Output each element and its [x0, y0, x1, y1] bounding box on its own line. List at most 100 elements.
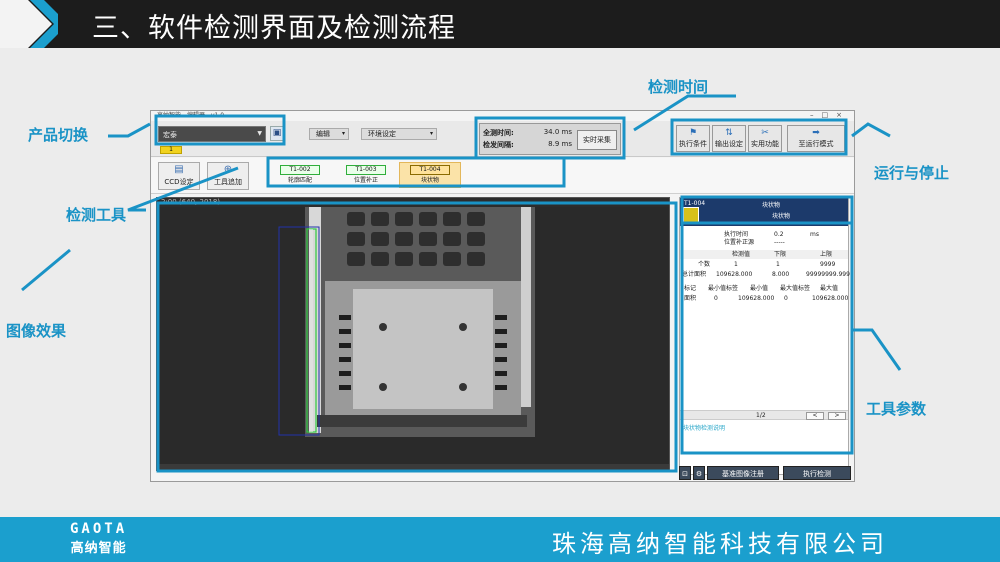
trigger-interval-value: 8.9 ms [548, 140, 572, 148]
next-page-button[interactable]: > [828, 412, 846, 420]
callout-detection-time: 检测时间 [648, 78, 709, 96]
param-col-headers: 检测值 下限 上限 [680, 250, 848, 259]
tool-id: T1-002 [280, 165, 320, 175]
output-setting-label: 输出设定 [715, 140, 743, 148]
brand-name: 高纳智能 [70, 541, 127, 556]
time-panel: 全测时间: 34.0 ms 检发间隔: 8.9 ms 实时采集 [479, 123, 621, 155]
image-scrollbar[interactable] [157, 464, 669, 470]
param-name: 总计面积 [682, 271, 707, 278]
add-icon: ⊕ [223, 164, 233, 175]
inspection-image [157, 207, 669, 467]
output-setting-button[interactable]: ⇅ 输出设定 [712, 125, 746, 152]
settings-icon[interactable]: ⚙ [693, 466, 705, 480]
product-tag: 1 [160, 146, 182, 154]
col-header: 上限 [820, 251, 833, 258]
detail-header: 最小值标签 [708, 285, 739, 292]
pos-correct-row: 位置补正源 ----- [680, 238, 848, 247]
col-header: 检测值 [732, 251, 751, 258]
param-low: 8.000 [772, 271, 790, 278]
tool-item-t1-002[interactable]: T1-002 轮廓匹配 [269, 162, 331, 188]
callout-run-stop: 运行与停止 [874, 164, 950, 182]
edit-menu-button[interactable]: 编辑 ▾ [309, 128, 349, 140]
param-header-id: T1-004 [684, 200, 706, 207]
tool-label: 块状物 [420, 177, 439, 184]
param-footnote: 块状物检测说明 [683, 425, 726, 432]
detail-header: 最大值标签 [780, 285, 811, 292]
window-controls[interactable]: –□× [810, 111, 850, 119]
param-high: 9999 [820, 261, 836, 268]
total-time-label: 全测时间: [483, 129, 514, 137]
param-pagination: 1/2 < > [680, 410, 848, 420]
detail-cell: 109628.000 [812, 295, 849, 302]
detail-row[interactable]: 面积 0 109628.000 0 109628.000 [680, 294, 848, 303]
brand-block: GAOTA 高纳智能 [70, 521, 127, 556]
chevron-down-icon: ▾ [341, 130, 345, 137]
callout-tool-params: 工具参数 [866, 400, 927, 418]
page-indicator: 1/2 [756, 412, 766, 419]
add-tool-label: 工具追加 [214, 178, 242, 186]
realtime-capture-button[interactable]: 实时采集 [577, 130, 617, 150]
arrow-right-icon: ➡ [812, 128, 820, 138]
param-name: 个数 [698, 261, 711, 268]
tool-icon [683, 207, 699, 223]
tool-id: T1-004 [410, 165, 450, 175]
app-window: 高纳智能 - 编辑器 - v1.0 –□× 宏泰 ▼ ▣ 1 编辑 ▾ 环境设定… [150, 110, 855, 482]
tools-icon: ✂ [761, 128, 769, 138]
execute-detection-label: 执行检测 [803, 470, 831, 478]
utility-label: 实用功能 [751, 140, 779, 148]
trigger-interval-label: 检发间隔: [483, 141, 514, 149]
register-reference-button[interactable]: 基准图像注册 [707, 466, 779, 480]
app-window-title: 高纳智能 - 编辑器 - v1.0 [157, 112, 225, 119]
param-header-sub: 块状物 [772, 213, 791, 220]
camera-icon: ▤ [174, 164, 184, 175]
detail-header: 最大值 [820, 285, 839, 292]
detail-headers: 标记 最小值标签 最小值 最大值标签 最大值 [680, 284, 848, 293]
pos-correct-label: 位置补正源 [724, 239, 755, 246]
product-select-value: 宏泰 [163, 131, 177, 139]
lock-icon[interactable]: ⊡ [679, 466, 691, 480]
param-high: 99999999.999 [806, 271, 850, 278]
product-select[interactable]: 宏泰 ▼ [158, 126, 266, 142]
main-toolbar: 宏泰 ▼ ▣ 1 编辑 ▾ 环境设定 ▾ 全测时间: 34.0 ms 检发间隔:… [151, 121, 854, 157]
pos-correct-value: ----- [774, 239, 785, 246]
image-info: 2:00 (640, 2018) [157, 198, 669, 207]
image-view[interactable]: 2:00 (640, 2018) [156, 197, 670, 471]
chevron-down-icon: ▼ [257, 130, 262, 137]
edit-menu-label: 编辑 [316, 130, 330, 138]
tool-item-t1-003[interactable]: T1-003 位置补正 [335, 162, 397, 188]
add-tool-button[interactable]: ⊕ 工具追加 [207, 162, 249, 190]
register-reference-label: 基准图像注册 [722, 470, 764, 478]
env-menu-button[interactable]: 环境设定 ▾ [361, 128, 437, 140]
detail-cell: 面积 [684, 295, 697, 302]
param-value: 1 [734, 261, 738, 268]
detail-header: 标记 [684, 285, 697, 292]
callout-detection-tool: 检测工具 [66, 206, 127, 224]
param-row[interactable]: 个数 1 1 9999 [680, 260, 848, 269]
brand-logo: GAOTA [70, 521, 128, 537]
prev-page-button[interactable]: < [806, 412, 824, 420]
utility-button[interactable]: ✂ 实用功能 [748, 125, 782, 152]
bottom-action-bar: ⊡ ⚙ 基准图像注册 执行检测 [679, 466, 853, 480]
page-title: 三、软件检测界面及检测流程 [92, 13, 456, 44]
exec-condition-button[interactable]: ⚑ 执行条件 [676, 125, 710, 152]
detail-cell: 0 [784, 295, 788, 302]
run-mode-label: 至运行模式 [798, 140, 834, 148]
run-mode-button[interactable]: ➡ 至运行模式 [787, 125, 845, 152]
tool-label: 位置补正 [353, 177, 378, 184]
execute-detection-button[interactable]: 执行检测 [783, 466, 851, 480]
detail-cell: 0 [714, 295, 718, 302]
callout-product-switch: 产品切换 [28, 126, 89, 144]
exec-condition-label: 执行条件 [679, 140, 707, 148]
callout-image-effect: 图像效果 [6, 322, 67, 340]
save-icon[interactable]: ▣ [270, 126, 284, 141]
swap-icon: ⇅ [725, 128, 733, 138]
ccd-setting-button[interactable]: ▤ CCD设定 [158, 162, 200, 190]
param-header: T1-004 块状物 块状物 [680, 198, 848, 226]
col-header: 下限 [774, 251, 787, 258]
param-row[interactable]: 总计面积 109628.000 8.000 99999999.999 [680, 270, 850, 279]
company-name: 珠海高纳智能科技有限公司 [552, 530, 888, 558]
tool-item-t1-004[interactable]: T1-004 块状物 [399, 162, 461, 188]
tool-param-panel: T1-004 块状物 块状物 执行时间 0.2 ms 位置补正源 ----- 检… [679, 197, 850, 475]
detail-header: 最小值 [750, 285, 769, 292]
param-value: 109628.000 [716, 271, 753, 278]
